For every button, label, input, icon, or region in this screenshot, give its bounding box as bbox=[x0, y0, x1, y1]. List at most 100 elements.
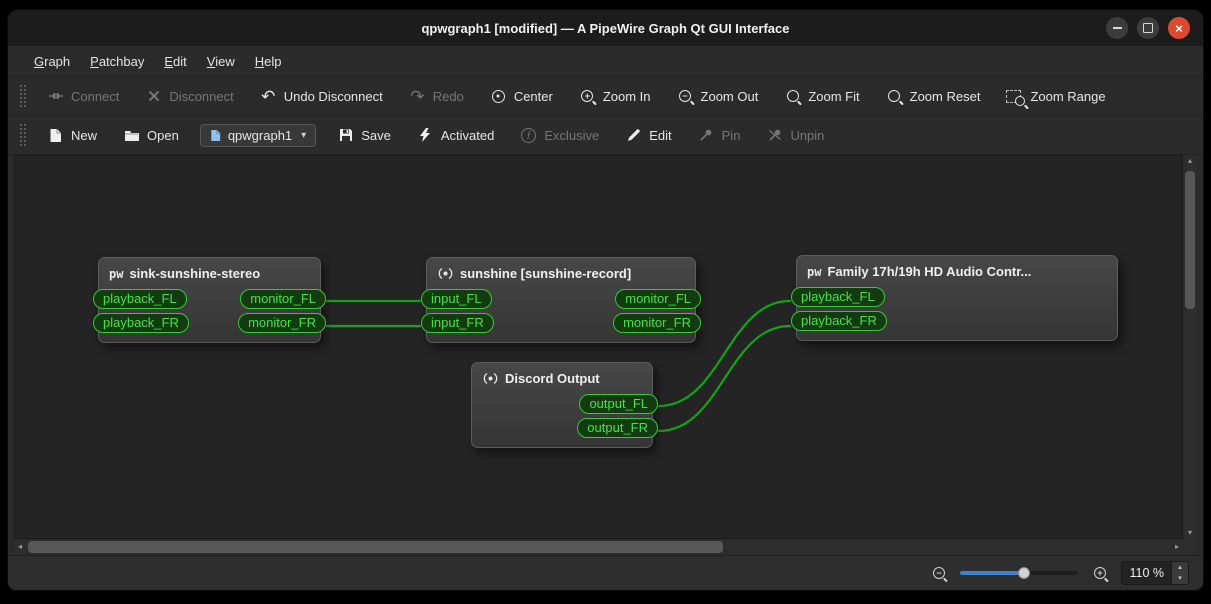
node-header: sunshine [sunshine-record] bbox=[427, 258, 695, 287]
edit-label: Edit bbox=[649, 127, 672, 143]
zoom-spin-up-button[interactable]: ▴ bbox=[1172, 562, 1188, 573]
vertical-scrollbar[interactable]: ▴ ▾ bbox=[1183, 155, 1197, 539]
scroll-up-arrow[interactable]: ▴ bbox=[1188, 157, 1192, 165]
redo-button[interactable]: ↷ Redo bbox=[400, 83, 473, 110]
minimize-button[interactable] bbox=[1106, 17, 1128, 39]
activated-label: Activated bbox=[440, 127, 495, 143]
scroll-left-arrow[interactable]: ◂ bbox=[18, 543, 22, 551]
titlebar[interactable]: qpwgraph1 [modified] — A PipeWire Graph … bbox=[8, 10, 1203, 46]
patchbay-selector[interactable]: qpwgraph1 ▾ bbox=[199, 123, 317, 147]
menu-help[interactable]: Help bbox=[245, 50, 292, 73]
center-label: Center bbox=[513, 88, 553, 104]
port-output[interactable]: monitor_FL bbox=[615, 289, 701, 309]
node-title: Family 17h/19h HD Audio Contr... bbox=[827, 264, 1032, 279]
scroll-right-arrow[interactable]: ▸ bbox=[1175, 543, 1179, 551]
zoom-in-icon[interactable]: + bbox=[1091, 565, 1108, 582]
zoom-in-label: Zoom In bbox=[602, 88, 651, 104]
menubar: Graph Patchbay Edit View Help bbox=[8, 46, 1203, 77]
graph-node[interactable]: pw Family 17h/19h HD Audio Contr... play… bbox=[791, 255, 1118, 341]
port-input[interactable]: playback_FR bbox=[791, 311, 887, 331]
disconnect-label: Disconnect bbox=[169, 88, 234, 104]
new-label: New bbox=[71, 127, 98, 143]
pipewire-icon: pw bbox=[807, 264, 822, 279]
lightning-icon bbox=[417, 127, 434, 144]
port-input[interactable]: input_FL bbox=[421, 289, 492, 309]
port-output[interactable]: output_FL bbox=[579, 394, 658, 414]
port-output[interactable]: monitor_FR bbox=[613, 313, 701, 333]
connect-label: Connect bbox=[71, 88, 120, 104]
disconnect-button[interactable]: Disconnect bbox=[136, 83, 242, 110]
zoom-slider[interactable] bbox=[960, 565, 1079, 581]
zoom-spin-down-button[interactable]: ▾ bbox=[1172, 573, 1188, 584]
window-title: qpwgraph1 [modified] — A PipeWire Graph … bbox=[421, 20, 790, 36]
save-label: Save bbox=[361, 127, 391, 143]
menu-edit[interactable]: Edit bbox=[154, 50, 196, 73]
exclusive-toggle[interactable]: ƒ Exclusive bbox=[511, 122, 608, 149]
redo-icon: ↷ bbox=[410, 86, 425, 106]
toolbar-drag-handle[interactable] bbox=[20, 85, 26, 107]
zoom-slider-fill bbox=[960, 571, 1025, 575]
statusbar: − + 110 % ▴ ▾ bbox=[8, 555, 1203, 590]
port-output[interactable]: monitor_FL bbox=[240, 289, 326, 309]
menu-patchbay[interactable]: Patchbay bbox=[80, 50, 154, 73]
open-button[interactable]: Open bbox=[114, 122, 188, 149]
port-output[interactable]: output_FR bbox=[577, 418, 658, 438]
zoom-fit-button[interactable]: Zoom Fit bbox=[775, 83, 868, 110]
connect-button[interactable]: Connect bbox=[38, 83, 128, 110]
undo-disconnect-button[interactable]: ↶ Undo Disconnect bbox=[251, 83, 392, 110]
menu-graph[interactable]: Graph bbox=[24, 50, 80, 73]
horizontal-scrollbar[interactable]: ◂ ▸ bbox=[14, 539, 1183, 555]
zoom-reset-button[interactable]: Zoom Reset bbox=[877, 83, 990, 110]
close-icon: × bbox=[1175, 20, 1183, 36]
open-folder-icon bbox=[123, 127, 140, 144]
zoom-reset-label: Zoom Reset bbox=[909, 88, 981, 104]
unpin-icon bbox=[766, 127, 783, 144]
node-header: Discord Output bbox=[472, 363, 652, 392]
zoom-out-button[interactable]: − Zoom Out bbox=[668, 83, 768, 110]
node-header: pw sink-sunshine-stereo bbox=[99, 258, 320, 287]
disconnect-icon bbox=[145, 88, 162, 105]
zoom-fit-icon bbox=[784, 88, 801, 105]
graph-node[interactable]: sunshine [sunshine-record] input_FL inpu… bbox=[421, 257, 701, 343]
record-icon bbox=[437, 265, 454, 282]
chevron-down-icon: ▾ bbox=[301, 129, 307, 141]
graph-node[interactable]: pw sink-sunshine-stereo playback_FL play… bbox=[93, 257, 326, 343]
toolbar-drag-handle[interactable] bbox=[20, 124, 26, 146]
vertical-scrollbar-thumb[interactable] bbox=[1185, 171, 1195, 309]
node-title: sink-sunshine-stereo bbox=[129, 266, 261, 281]
maximize-button[interactable] bbox=[1137, 17, 1159, 39]
zoom-spinbox[interactable]: 110 % ▴ ▾ bbox=[1121, 561, 1189, 585]
edit-toggle[interactable]: Edit bbox=[616, 122, 680, 149]
zoom-range-button[interactable]: Zoom Range bbox=[997, 83, 1114, 110]
zoom-in-button[interactable]: + Zoom In bbox=[570, 83, 660, 110]
pipewire-icon: pw bbox=[109, 266, 124, 281]
activated-toggle[interactable]: Activated bbox=[408, 122, 503, 149]
new-button[interactable]: New bbox=[38, 122, 106, 149]
graph-node[interactable]: Discord Output output_FL output_FR bbox=[471, 362, 658, 448]
patchbay-toolbar: New Open qpwgraph1 ▾ Save Activated ƒ Ex… bbox=[8, 116, 1203, 155]
port-input[interactable]: playback_FL bbox=[791, 287, 885, 307]
port-input[interactable]: playback_FL bbox=[93, 289, 187, 309]
node-title: sunshine [sunshine-record] bbox=[460, 266, 632, 281]
port-input[interactable]: playback_FR bbox=[93, 313, 189, 333]
zoom-slider-handle[interactable] bbox=[1018, 567, 1031, 579]
port-output[interactable]: monitor_FR bbox=[238, 313, 326, 333]
node-header: pw Family 17h/19h HD Audio Contr... bbox=[797, 256, 1117, 285]
port-input[interactable]: input_FR bbox=[421, 313, 494, 333]
pin-icon bbox=[698, 127, 715, 144]
center-button[interactable]: Center bbox=[481, 83, 562, 110]
zoom-spin-arrows: ▴ ▾ bbox=[1171, 562, 1188, 584]
menu-view[interactable]: View bbox=[197, 50, 245, 73]
unpin-button[interactable]: Unpin bbox=[757, 122, 833, 149]
horizontal-scrollbar-thumb[interactable] bbox=[28, 541, 723, 553]
zoom-fit-label: Zoom Fit bbox=[808, 88, 860, 104]
pin-button[interactable]: Pin bbox=[689, 122, 750, 149]
zoom-out-icon[interactable]: − bbox=[930, 565, 947, 582]
undo-disconnect-label: Undo Disconnect bbox=[283, 88, 383, 104]
zoom-reset-icon bbox=[886, 88, 903, 105]
close-button[interactable]: × bbox=[1168, 17, 1190, 39]
scroll-down-arrow[interactable]: ▾ bbox=[1188, 529, 1192, 537]
zoom-out-icon: − bbox=[677, 88, 694, 105]
graph-canvas[interactable]: pw sink-sunshine-stereo playback_FL play… bbox=[14, 155, 1183, 539]
save-button[interactable]: Save bbox=[328, 122, 400, 149]
